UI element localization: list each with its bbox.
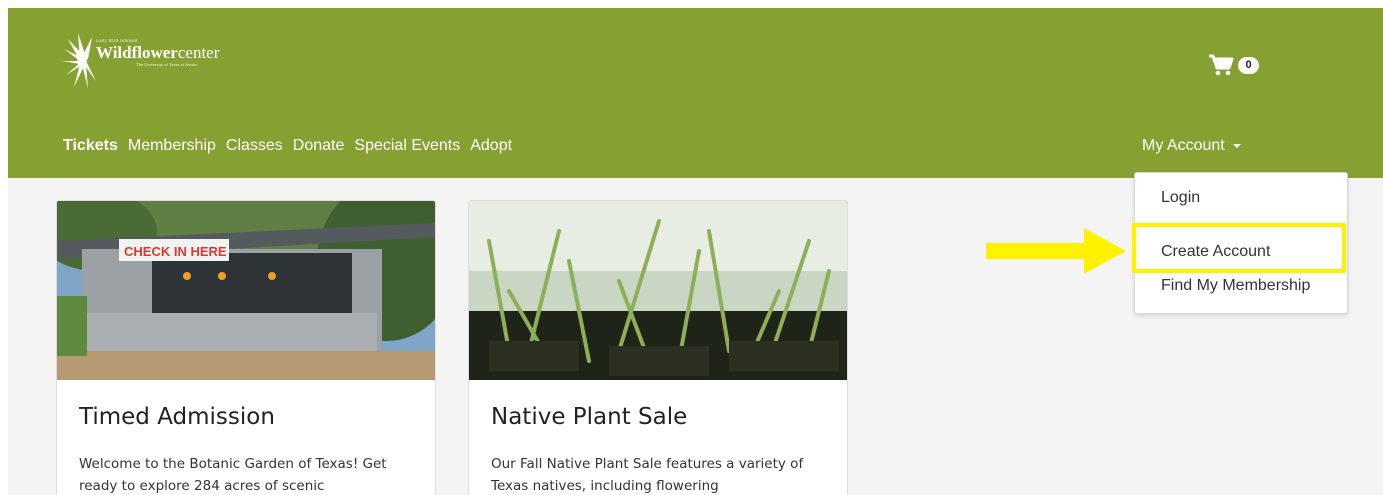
flower-logo-icon xyxy=(62,33,96,89)
main-nav: Tickets Membership Classes Donate Specia… xyxy=(63,137,522,159)
card-title: Timed Admission xyxy=(79,404,275,430)
cart-button[interactable]: 0 xyxy=(1208,54,1268,78)
nav-classes[interactable]: Classes xyxy=(226,137,283,159)
site-logo[interactable]: Lady Bird Johnson Wildflowercenter The U… xyxy=(62,31,252,93)
plants-image xyxy=(469,201,847,380)
shopping-cart-icon xyxy=(1209,54,1234,76)
timed-admission-card[interactable]: CHECK IN HERE Timed Admission Welcome to… xyxy=(56,200,436,495)
native-plant-sale-card[interactable]: Native Plant Sale Our Fall Native Plant … xyxy=(468,200,848,495)
ticket-booth-image: CHECK IN HERE xyxy=(57,201,435,380)
nav-donate[interactable]: Donate xyxy=(293,137,345,159)
logo-main-bold: Wildflower xyxy=(96,43,178,62)
my-account-dropdown-toggle[interactable]: My Account xyxy=(1142,137,1241,155)
check-in-sign: CHECK IN HERE xyxy=(124,244,227,259)
nav-membership[interactable]: Membership xyxy=(128,137,216,159)
logo-main-rest: center xyxy=(177,43,220,62)
highlight-box xyxy=(1132,223,1346,273)
cart-count-badge: 0 xyxy=(1238,57,1259,74)
card-description: Welcome to the Botanic Garden of Texas! … xyxy=(79,456,387,494)
logo-small-text: Lady Bird Johnson xyxy=(96,39,138,44)
arrow-right-icon xyxy=(986,228,1126,274)
logo-sub-text: The University of Texas at Austin xyxy=(136,62,197,67)
nav-special-events[interactable]: Special Events xyxy=(354,137,460,159)
nav-adopt[interactable]: Adopt xyxy=(470,137,512,159)
caret-down-icon xyxy=(1232,143,1241,148)
find-membership-menu-item[interactable]: Find My Membership xyxy=(1161,277,1310,295)
my-account-label: My Account xyxy=(1142,137,1225,154)
card-title: Native Plant Sale xyxy=(491,404,688,430)
nav-tickets[interactable]: Tickets xyxy=(63,137,118,159)
site-header: Lady Bird Johnson Wildflowercenter The U… xyxy=(8,8,1383,178)
login-menu-item[interactable]: Login xyxy=(1161,189,1200,207)
page-frame: Lady Bird Johnson Wildflowercenter The U… xyxy=(8,8,1383,495)
card-description: Our Fall Native Plant Sale features a va… xyxy=(491,456,804,494)
